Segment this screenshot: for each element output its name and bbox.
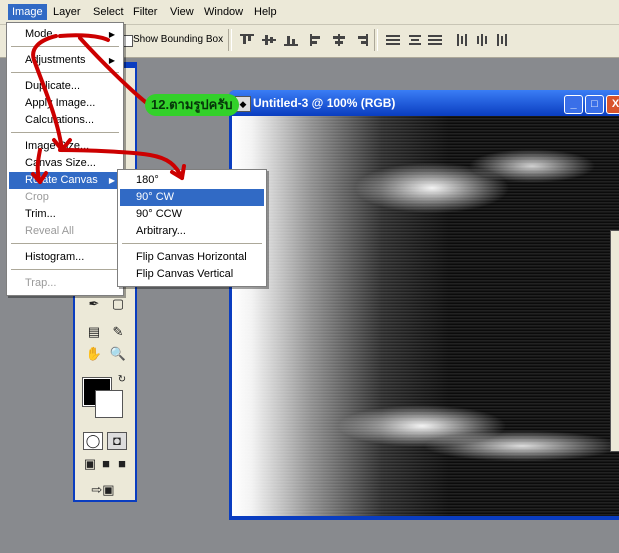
annotation-arrows <box>31 33 186 184</box>
annotation-label: 12.ตามรูปครับ <box>145 94 239 116</box>
arrow-stroke <box>78 36 150 106</box>
arrow-stroke <box>31 34 64 152</box>
arrow-stroke <box>58 33 110 42</box>
arrow-stroke <box>58 148 184 180</box>
